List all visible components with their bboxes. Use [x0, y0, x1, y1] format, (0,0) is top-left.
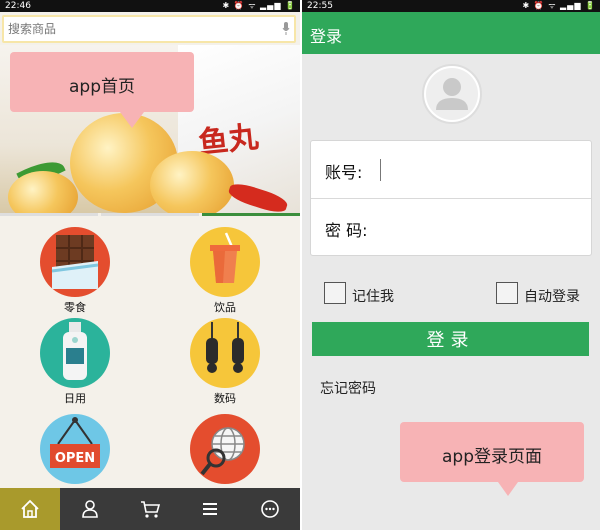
- banner-dot-active: [202, 213, 300, 216]
- category-daily[interactable]: 日用: [35, 318, 115, 405]
- banner-indicator: [0, 213, 300, 217]
- category-global[interactable]: [185, 414, 265, 488]
- tab-user[interactable]: [60, 488, 120, 530]
- banner-dot: [0, 213, 98, 216]
- status-time: 22:46: [5, 1, 31, 11]
- login-button[interactable]: 登录: [312, 322, 589, 356]
- earphones-icon: [190, 318, 260, 388]
- home-screen: 22:46 ✱ ⏰ ᯤ ▂▄▆ 🔋 鱼丸 app首页: [0, 0, 300, 530]
- account-input[interactable]: [381, 157, 581, 183]
- remember-me-label: 记住我: [352, 289, 394, 305]
- annotation-text: app首页: [69, 77, 135, 97]
- category-digital[interactable]: 数码: [185, 318, 265, 405]
- category-label: 日用: [64, 392, 86, 405]
- status-icons: ✱ ⏰ ᯤ ▂▄▆ 🔋: [222, 1, 296, 10]
- category-label: 数码: [214, 392, 236, 405]
- annotation-text: app登录页面: [442, 447, 542, 467]
- login-screen: 22:55 ✱ ⏰ ᯤ ▂▄▆ 🔋 登录 账号: 密 码: 记住我 自动登录 登…: [302, 0, 600, 530]
- fishball: [8, 171, 78, 213]
- status-bar: 22:46 ✱ ⏰ ᯤ ▂▄▆ 🔋: [0, 0, 300, 12]
- login-form: 账号: 密 码:: [310, 140, 592, 256]
- account-label: 账号:: [325, 163, 363, 182]
- status-bar: 22:55 ✱ ⏰ ᯤ ▂▄▆ 🔋: [302, 0, 600, 12]
- avatar: [422, 64, 482, 124]
- category-label: 零食: [64, 301, 86, 314]
- category-label: 饮品: [214, 301, 236, 314]
- tab-menu[interactable]: [180, 488, 240, 530]
- globe-search-icon: [190, 414, 260, 484]
- search-bar[interactable]: [2, 15, 296, 43]
- tab-cart[interactable]: [120, 488, 180, 530]
- auto-login-checkbox[interactable]: [496, 282, 518, 304]
- password-input[interactable]: [381, 215, 581, 241]
- form-divider: [311, 198, 591, 199]
- auto-login-label: 自动登录: [524, 289, 580, 305]
- page-title: 登录: [310, 27, 343, 46]
- home-icon: [21, 499, 39, 518]
- annotation-callout: app登录页面: [400, 422, 584, 496]
- lotion-bottle-icon: [40, 318, 110, 388]
- category-drinks[interactable]: 饮品: [185, 227, 265, 314]
- bottom-tab-bar: [0, 488, 300, 530]
- cart-icon: [141, 501, 161, 518]
- password-label: 密 码:: [325, 221, 368, 240]
- fishball: [150, 151, 234, 213]
- user-avatar-icon: [426, 68, 478, 120]
- annotation-callout: app首页: [10, 52, 194, 128]
- tab-home[interactable]: [0, 488, 60, 530]
- microphone-icon[interactable]: [282, 22, 290, 36]
- title-bar: 登录: [302, 12, 600, 54]
- more-icon: [261, 500, 279, 518]
- open-sign-text: OPEN: [55, 451, 95, 466]
- search-input[interactable]: [8, 20, 274, 38]
- tab-more[interactable]: [240, 488, 300, 530]
- chocolate-icon: [40, 227, 110, 297]
- status-time: 22:55: [307, 1, 333, 11]
- user-icon: [82, 500, 98, 518]
- banner-dot: [101, 213, 199, 216]
- remember-me-checkbox[interactable]: [324, 282, 346, 304]
- open-sign-icon: OPEN: [40, 414, 110, 484]
- forgot-password-link[interactable]: 忘记密码: [320, 378, 376, 398]
- menu-icon: [203, 503, 217, 515]
- drink-cup-icon: [190, 227, 260, 297]
- category-open-store[interactable]: OPEN: [35, 414, 115, 488]
- status-icons: ✱ ⏰ ᯤ ▂▄▆ 🔋: [522, 1, 596, 10]
- category-snacks[interactable]: 零食: [35, 227, 115, 314]
